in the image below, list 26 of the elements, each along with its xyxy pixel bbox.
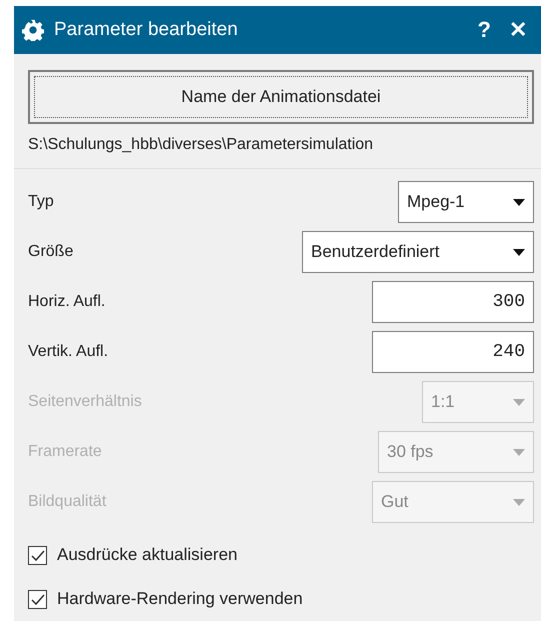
caret-icon [513, 248, 525, 256]
field-label: Typ [28, 193, 54, 211]
caret-icon [513, 498, 525, 506]
field-label: Vertik. Aufl. [28, 343, 108, 361]
caret-icon [513, 448, 525, 456]
field-label: Seitenverhältnis [28, 393, 142, 411]
gear-icon [22, 19, 44, 41]
file-path: S:\Schulungs_hbb\diverses\Parametersimulation [28, 136, 374, 154]
field-label: Größe [28, 243, 74, 261]
field-label: Horiz. Aufl. [28, 293, 106, 311]
field-label: Framerate [28, 443, 102, 461]
field-label: Bildqualität [28, 493, 106, 511]
checkbox[interactable] [28, 546, 47, 564]
input-field[interactable]: 240 [372, 331, 534, 373]
checkbox-label: Hardware-Rendering verwenden [57, 589, 303, 609]
checkbox[interactable] [28, 590, 47, 608]
caret-icon [513, 198, 525, 206]
help-button[interactable]: ? [474, 17, 495, 43]
checkbox-label: Ausdrücke aktualisieren [57, 545, 238, 565]
window-title: Parameter bearbeiten [54, 19, 239, 41]
caret-icon [513, 398, 525, 406]
dropdown[interactable]: Benutzerdefiniert [302, 231, 534, 273]
dropdown[interactable]: Mpeg-1 [398, 181, 534, 223]
file-name-button[interactable]: Name der Animationsdatei [28, 70, 534, 124]
close-button[interactable]: ✕ [505, 17, 531, 43]
input-field[interactable]: 300 [372, 281, 534, 323]
